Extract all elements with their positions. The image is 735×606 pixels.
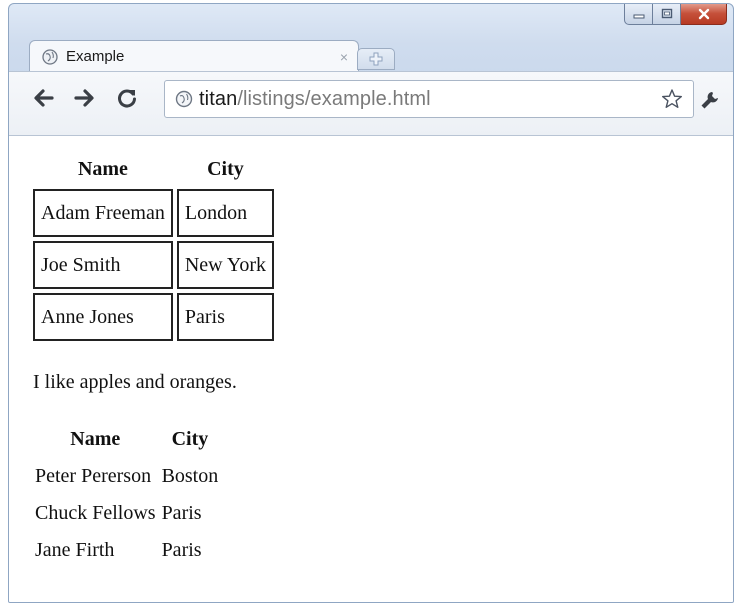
url-host: titan bbox=[199, 87, 238, 110]
table-cell-name: Joe Smith bbox=[33, 241, 173, 289]
plus-icon bbox=[369, 52, 383, 66]
url-path: /listings/example.html bbox=[237, 87, 431, 110]
table-cell-city: New York bbox=[176, 241, 274, 289]
forward-button[interactable] bbox=[73, 86, 97, 110]
table-cell-city: Paris bbox=[161, 502, 202, 524]
table-cell-city: Boston bbox=[161, 465, 219, 487]
table-row: Peter Pererson Boston bbox=[33, 463, 220, 498]
page-icon bbox=[175, 90, 193, 108]
back-button[interactable] bbox=[31, 86, 55, 110]
new-tab-button[interactable] bbox=[357, 48, 395, 70]
bookmark-star-icon[interactable] bbox=[661, 88, 683, 110]
window-controls bbox=[624, 4, 727, 25]
reload-icon bbox=[118, 89, 136, 108]
globe-icon bbox=[42, 48, 58, 65]
tab-example[interactable]: Example × bbox=[29, 40, 359, 72]
table-cell-name: Anne Jones bbox=[33, 293, 173, 341]
minimize-icon bbox=[633, 14, 644, 18]
table-cell-city: London bbox=[176, 189, 274, 237]
table-row: Anne Jones Paris bbox=[33, 293, 274, 341]
table-row: Joe Smith New York bbox=[33, 241, 274, 289]
paragraph-text: I like apples and oranges. bbox=[33, 371, 237, 393]
table-header-name: Name bbox=[77, 158, 128, 180]
close-icon bbox=[698, 8, 709, 19]
tab-title: Example bbox=[66, 48, 125, 65]
table-cell-name: Chuck Fellows bbox=[35, 502, 156, 524]
address-bar[interactable]: titan/listings/example.html bbox=[164, 80, 694, 118]
table-cell-name: Jane Firth bbox=[35, 539, 115, 561]
minimize-button[interactable] bbox=[624, 4, 653, 25]
plain-table: Name City Peter Pererson Boston Chuck Fe… bbox=[31, 424, 222, 574]
wrench-icon[interactable] bbox=[699, 89, 721, 111]
bordered-table: Name City Adam Freeman London Joe Smith … bbox=[29, 150, 278, 345]
browser-toolbar: titan/listings/example.html bbox=[9, 71, 733, 136]
url-text: titan/listings/example.html bbox=[199, 88, 431, 111]
browser-window: Example × titan/listings/example.html Na… bbox=[8, 3, 734, 603]
maximize-button[interactable] bbox=[653, 4, 681, 25]
table-cell-city: Paris bbox=[176, 293, 274, 341]
table-header-name: Name bbox=[70, 428, 121, 450]
tab-close-button[interactable]: × bbox=[340, 49, 348, 65]
table-cell-city: Paris bbox=[161, 539, 202, 561]
reload-button[interactable] bbox=[115, 86, 139, 110]
table-row: Jane Firth Paris bbox=[33, 537, 220, 572]
maximize-icon bbox=[661, 8, 672, 19]
forward-arrow-icon bbox=[74, 89, 94, 107]
back-arrow-icon bbox=[34, 89, 54, 107]
table-row: Adam Freeman London bbox=[33, 189, 274, 237]
table-cell-name: Adam Freeman bbox=[33, 189, 173, 237]
page-content: Name City Adam Freeman London Joe Smith … bbox=[9, 135, 733, 602]
table-cell-name: Peter Pererson bbox=[35, 465, 152, 487]
close-window-button[interactable] bbox=[681, 4, 727, 25]
table-row: Chuck Fellows Paris bbox=[33, 500, 220, 535]
table-header-city: City bbox=[171, 428, 209, 450]
table-header-city: City bbox=[207, 158, 244, 180]
